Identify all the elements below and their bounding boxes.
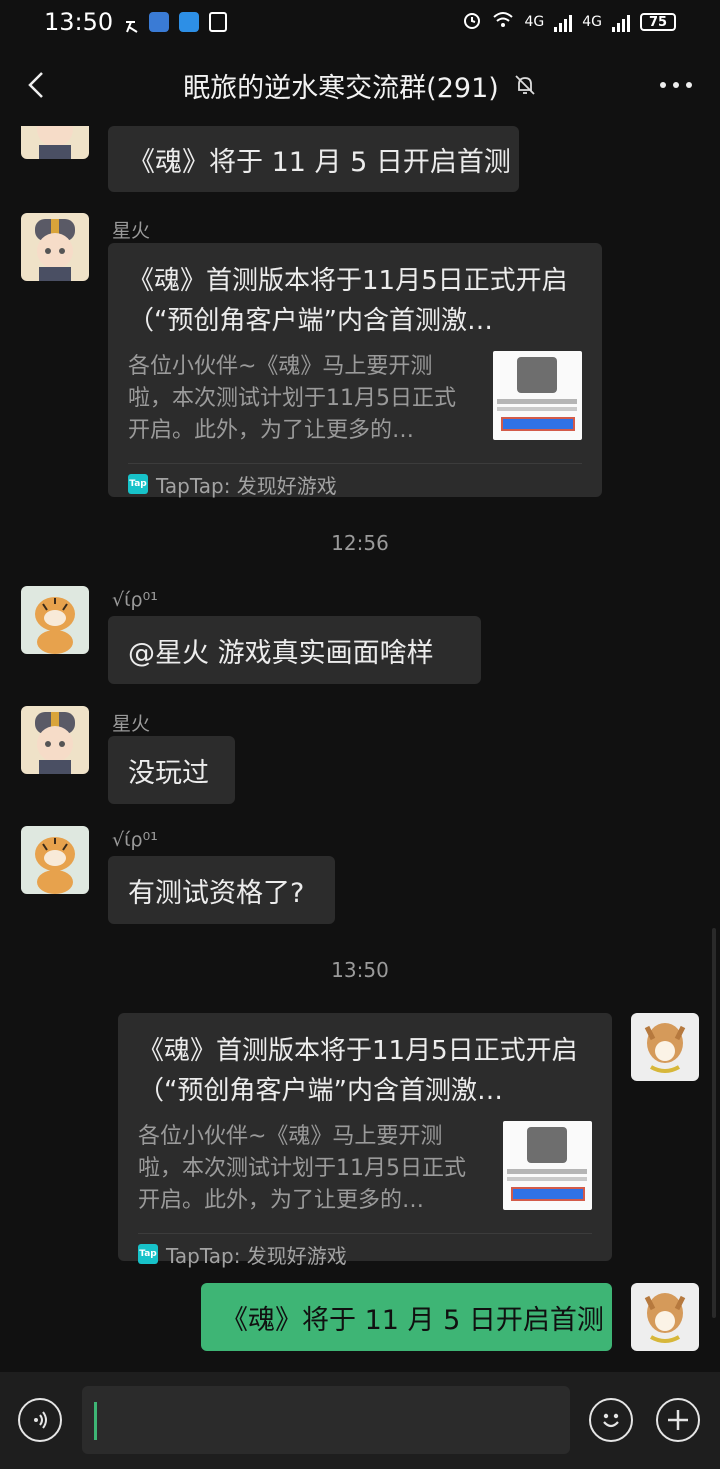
battery-icon: 75 xyxy=(640,13,676,31)
card-title: 《魂》首测版本将于11月5日正式开启（“预创角客户端”内含首测激… xyxy=(128,266,568,336)
avatar-xinghuo[interactable] xyxy=(21,213,89,281)
status-bar: 13:50 4G 4G 75 xyxy=(0,0,720,44)
sender-name: 星火 xyxy=(112,220,151,242)
card-thumbnail xyxy=(503,1121,592,1210)
avatar-vip01[interactable] xyxy=(21,826,89,894)
message-text: 《魂》将于 11 月 5 日开启首测 xyxy=(221,1304,604,1336)
avatar-self[interactable] xyxy=(631,1283,699,1351)
card-title: 《魂》首测版本将于11月5日正式开启（“预创角客户端”内含首测激… xyxy=(138,1036,578,1106)
message-text: @星火 游戏真实画面啥样 xyxy=(128,637,434,669)
chevron-left-icon xyxy=(28,72,43,98)
sender-name: 星火 xyxy=(112,713,151,735)
game-logo xyxy=(517,357,557,393)
thumb-caption xyxy=(497,399,577,404)
add-button[interactable] xyxy=(656,1398,700,1442)
more-dot xyxy=(686,82,692,88)
message-bubble[interactable]: 有测试资格了? xyxy=(108,856,335,924)
game-logo xyxy=(527,1127,567,1163)
sender-name: √ίρ⁰¹ xyxy=(112,829,158,851)
scrollbar[interactable] xyxy=(712,928,716,1318)
message-bubble[interactable]: @星火 游戏真实画面啥样 xyxy=(108,616,481,684)
card-source: TapTap: 发现好游戏 xyxy=(166,1243,347,1268)
signal-icon xyxy=(554,12,573,32)
plus-icon xyxy=(668,1410,688,1430)
app-notification-icon xyxy=(123,14,139,33)
card-description: 各位小伙伴~《魂》马上要开测啦，本次测试计划于11月5日正式开启。此外，为了让更… xyxy=(128,354,456,443)
status-left: 13:50 xyxy=(44,8,228,36)
status-right: 4G 4G 75 xyxy=(462,10,676,34)
timestamp: 12:56 xyxy=(331,531,389,555)
timestamp: 13:50 xyxy=(331,958,389,982)
card-description: 各位小伙伴~《魂》马上要开测啦，本次测试计划于11月5日正式开启。此外，为了让更… xyxy=(138,1124,466,1213)
thumb-button xyxy=(511,1187,585,1201)
emoji-icon xyxy=(603,1413,619,1428)
thumb-button xyxy=(501,417,575,431)
avatar-xinghuo[interactable] xyxy=(21,126,89,159)
message-bubble-self[interactable]: 《魂》将于 11 月 5 日开启首测 xyxy=(201,1283,612,1351)
message-input[interactable] xyxy=(82,1386,570,1454)
avatar-vip01[interactable] xyxy=(21,586,89,654)
network-label-1: 4G xyxy=(524,14,545,30)
card-thumbnail xyxy=(493,351,582,440)
network-label-2: 4G xyxy=(582,14,602,30)
link-card[interactable]: 《魂》首测版本将于11月5日正式开启（“预创角客户端”内含首测激… 各位小伙伴~… xyxy=(108,243,602,498)
avatar-self[interactable] xyxy=(631,1013,699,1081)
chat-title: 眠旅的逆水寒交流群(291) xyxy=(183,72,499,104)
card-footer: Tap TapTap: 发现好游戏 xyxy=(128,463,582,504)
message-bubble[interactable]: 没玩过 xyxy=(108,736,235,804)
more-dot xyxy=(660,82,666,88)
message-bubble[interactable]: 《魂》将于 11 月 5 日开启首测 xyxy=(108,126,519,192)
text-caret xyxy=(94,1402,97,1440)
bell-off-icon xyxy=(513,73,537,97)
nfc-icon xyxy=(209,12,228,32)
voice-icon xyxy=(34,1411,47,1429)
more-dot xyxy=(673,82,679,88)
taptap-icon: Tap xyxy=(138,1244,158,1264)
wifi-icon xyxy=(492,11,514,33)
emoji-button[interactable] xyxy=(589,1398,633,1442)
input-bar xyxy=(0,1372,720,1469)
link-card[interactable]: 《魂》首测版本将于11月5日正式开启（“预创角客户端”内含首测激… 各位小伙伴~… xyxy=(118,1013,612,1268)
message-list[interactable]: 《魂》将于 11 月 5 日开启首测 星火 《魂》首测版本将于11月5日正式开启… xyxy=(0,126,720,1372)
card-body: 各位小伙伴~《魂》马上要开测啦，本次测试计划于11月5日正式开启。此外，为了让更… xyxy=(128,351,582,447)
taptap-icon: Tap xyxy=(128,474,148,494)
avatar-xinghuo[interactable] xyxy=(21,706,89,774)
thumb-caption xyxy=(507,1177,587,1181)
signal-icon-2 xyxy=(612,12,630,32)
card-body: 各位小伙伴~《魂》马上要开测啦，本次测试计划于11月5日正式开启。此外，为了让更… xyxy=(138,1121,592,1217)
card-footer: Tap TapTap: 发现好游戏 xyxy=(138,1233,592,1274)
sender-name: √ίρ⁰¹ xyxy=(112,589,158,611)
bulb-notification-icon xyxy=(149,12,170,32)
chat-header: 眠旅的逆水寒交流群(291) xyxy=(0,44,720,126)
thumb-caption xyxy=(507,1169,587,1174)
search-notification-icon xyxy=(179,12,200,32)
message-text: 没玩过 xyxy=(128,757,209,789)
more-button[interactable] xyxy=(660,82,692,88)
alarm-icon xyxy=(462,10,482,34)
message-text: 有测试资格了? xyxy=(128,877,305,909)
message-text: 《魂》将于 11 月 5 日开启首测 xyxy=(128,146,511,178)
card-source: TapTap: 发现好游戏 xyxy=(156,473,337,498)
thumb-caption xyxy=(497,407,577,411)
voice-button[interactable] xyxy=(18,1398,62,1442)
back-button[interactable] xyxy=(22,70,52,100)
status-time: 13:50 xyxy=(44,8,114,36)
